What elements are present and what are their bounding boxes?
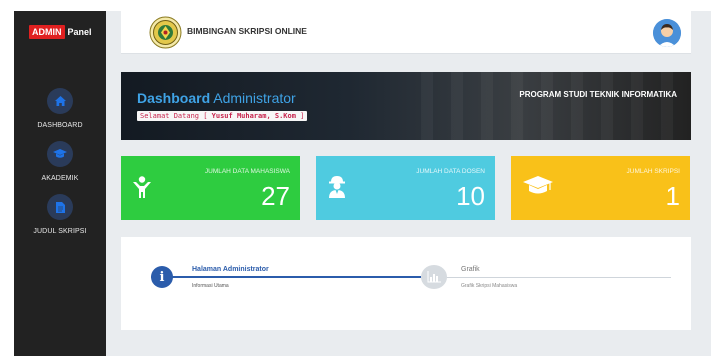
step-title[interactable]: Halaman Administrator [192, 266, 269, 273]
stat-label: JUMLAH DATA MAHASISWA [204, 168, 290, 175]
step-subtitle: Informasi Utama [192, 283, 229, 289]
stat-value: 1 [665, 181, 680, 211]
university-logo [149, 16, 182, 49]
page-title: Dashboard Administrator [137, 90, 296, 106]
stat-value: 27 [261, 181, 290, 211]
lecturer-icon [328, 176, 346, 203]
wizard-panel: i Halaman Administrator Informasi Utama … [121, 237, 691, 330]
banner-background [421, 72, 691, 140]
stat-label: JUMLAH SKRIPSI [626, 168, 680, 175]
user-name: Yusuf Muharam, S.Kom [211, 112, 296, 120]
graduation-cap-icon [523, 176, 553, 201]
sidebar-item-akademik[interactable]: AKADEMIK [14, 141, 106, 182]
sidebar-item-label: AKADEMIK [41, 175, 79, 182]
home-icon [47, 88, 73, 114]
sidebar: ADMIN Panel DASHBOARD AKADEMIK JUDUL SKR… [14, 11, 106, 356]
program-name: PROGRAM STUDI TEKNIK INFORMATIKA [519, 90, 677, 99]
sidebar-item-judul-skripsi[interactable]: JUDUL SKRIPSI [14, 194, 106, 235]
graduation-cap-icon [47, 141, 73, 167]
student-icon [133, 176, 151, 203]
document-icon [47, 194, 73, 220]
brand[interactable]: ADMIN Panel [29, 25, 92, 39]
step-track-active [151, 276, 421, 278]
welcome-message: Selamat Datang [ Yusuf Muharam, S.Kom ] [137, 111, 308, 121]
step-title[interactable]: Grafik [461, 266, 480, 273]
avatar[interactable] [653, 19, 681, 47]
sidebar-item-label: DASHBOARD [37, 122, 83, 129]
stat-card-mahasiswa[interactable]: JUMLAH DATA MAHASISWA 27 [121, 156, 300, 220]
stat-value: 10 [456, 181, 485, 211]
bar-chart-icon[interactable] [421, 265, 447, 289]
top-bar: BIMBINGAN SKRIPSI ONLINE [121, 11, 691, 54]
stat-card-dosen[interactable]: JUMLAH DATA DOSEN 10 [316, 156, 495, 220]
step-subtitle: Grafik Skripsi Mahasiswa [461, 283, 518, 289]
app-title: BIMBINGAN SKRIPSI ONLINE [187, 26, 307, 36]
main-content: BIMBINGAN SKRIPSI ONLINE Dashboard Admin… [106, 11, 711, 356]
brand-text: Panel [67, 27, 92, 37]
dashboard-banner: Dashboard Administrator Selamat Datang [… [121, 72, 691, 140]
sidebar-item-label: JUDUL SKRIPSI [33, 228, 87, 235]
stat-label: JUMLAH DATA DOSEN [416, 168, 485, 175]
info-icon[interactable]: i [151, 266, 173, 288]
sidebar-item-dashboard[interactable]: DASHBOARD [14, 88, 106, 129]
stat-card-skripsi[interactable]: JUMLAH SKRIPSI 1 [511, 156, 690, 220]
brand-badge: ADMIN [29, 25, 65, 39]
